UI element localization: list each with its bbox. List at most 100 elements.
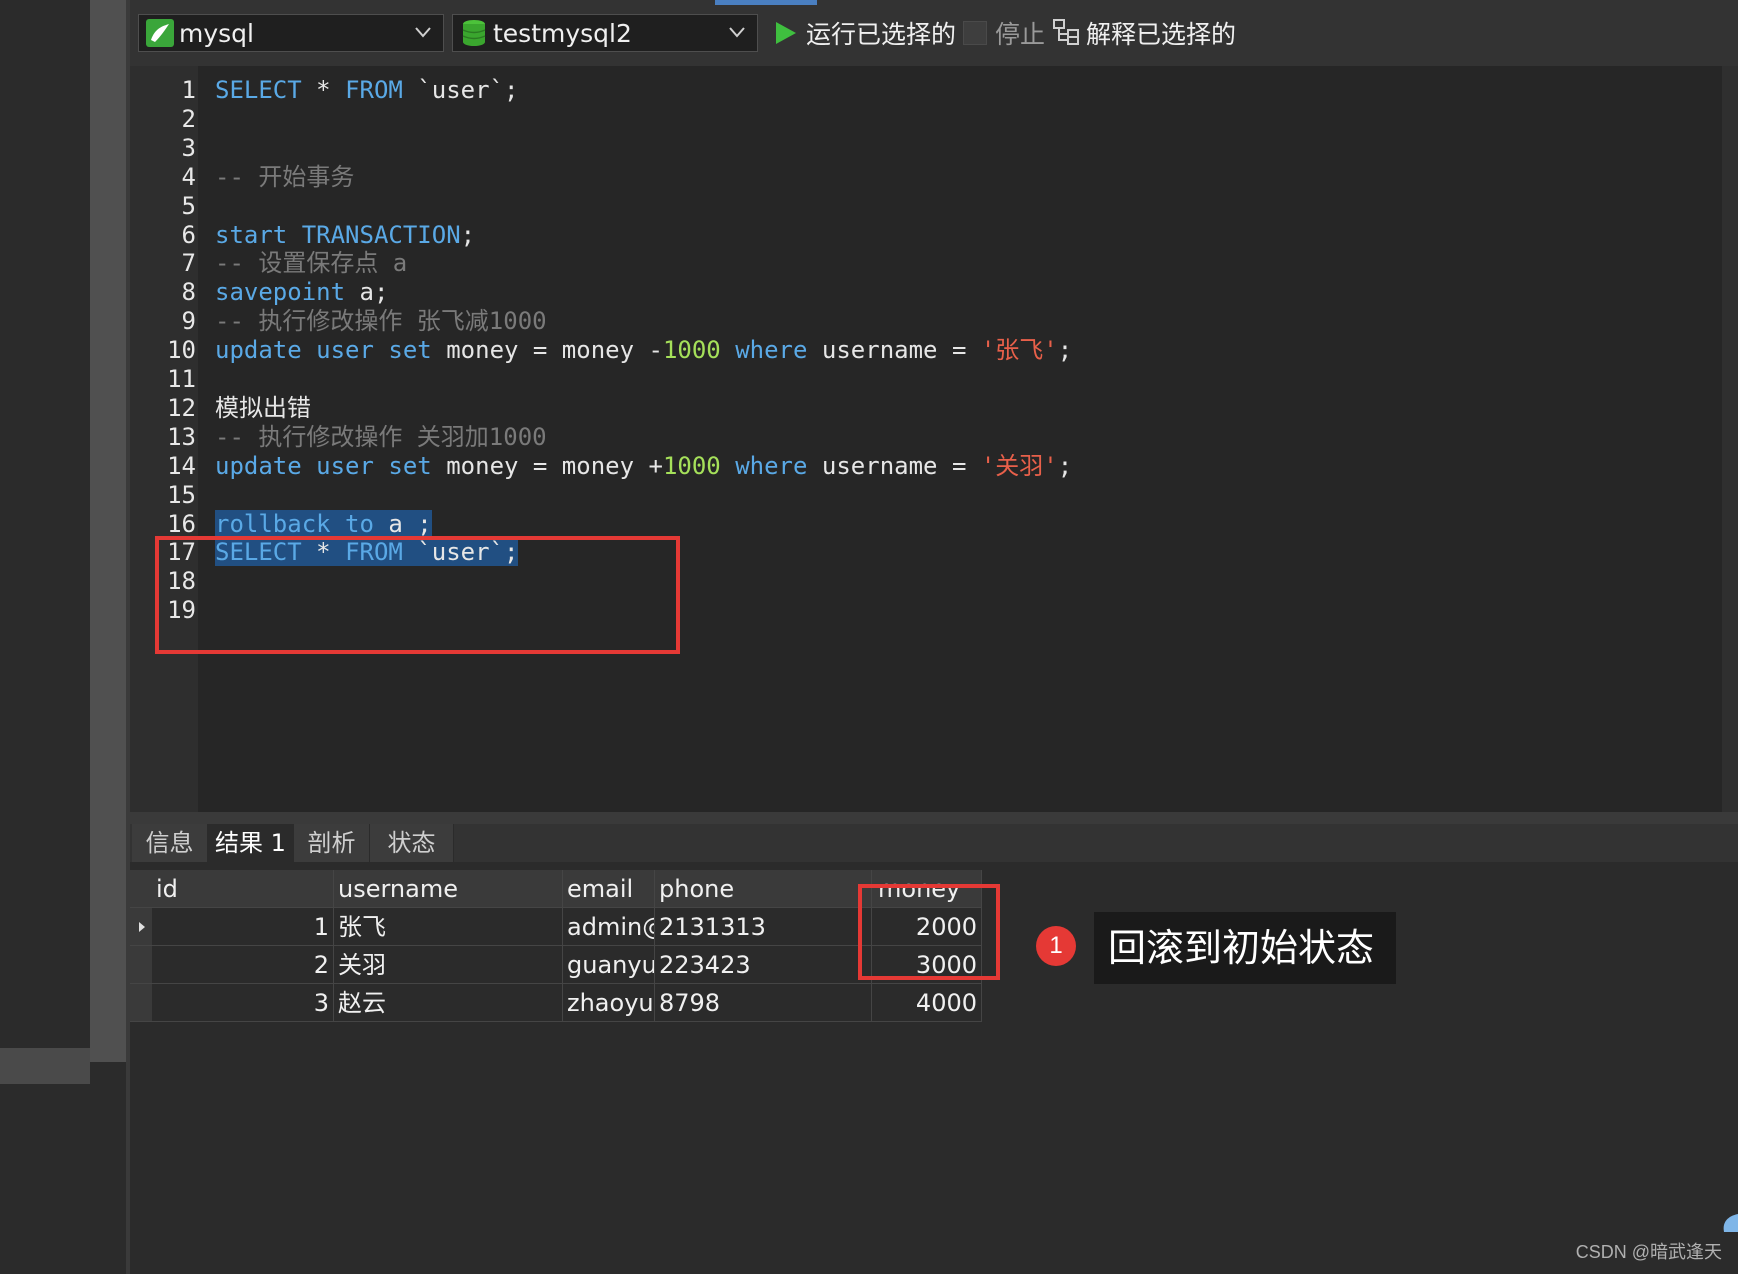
- chevron-down-icon: [415, 27, 431, 38]
- explain-selected-button[interactable]: 解释已选择的: [1052, 14, 1236, 52]
- cell-username[interactable]: 赵云: [334, 984, 563, 1022]
- code-text: update user set money = money -1000 wher…: [215, 336, 1072, 364]
- line-number: 6: [181, 220, 196, 249]
- code-token: update: [215, 451, 302, 480]
- table-row[interactable]: 1 张飞 admin@ 2131313 2000: [130, 908, 982, 946]
- cell-email[interactable]: zhaoyun: [563, 984, 655, 1022]
- cell-username[interactable]: 张飞: [334, 908, 563, 946]
- code-token: set: [388, 336, 432, 365]
- column-header-email[interactable]: email: [563, 870, 655, 908]
- left-splitter[interactable]: [90, 0, 126, 1062]
- code-token: set: [388, 451, 432, 480]
- cell-money[interactable]: 4000: [872, 984, 982, 1022]
- tab-profile[interactable]: 剖析: [294, 824, 370, 862]
- row-header[interactable]: [130, 984, 152, 1022]
- database-select[interactable]: testmysql2: [452, 14, 758, 52]
- cell-phone[interactable]: 223423: [655, 946, 872, 984]
- line-number: 4: [181, 162, 196, 191]
- connection-select[interactable]: mysql: [138, 14, 444, 52]
- code-text: update user set money = money +1000 wher…: [215, 452, 1072, 480]
- tab-result-1[interactable]: 结果 1: [208, 824, 294, 862]
- column-header-username[interactable]: username: [334, 870, 563, 908]
- explain-icon: [1053, 19, 1079, 45]
- code-text: -- 开始事务: [215, 163, 354, 191]
- line-number: 16: [167, 509, 196, 538]
- code-token: a ;: [373, 509, 432, 538]
- row-header-corner: [130, 870, 152, 908]
- editor-splitter[interactable]: [130, 812, 1738, 824]
- assistant-float-icon[interactable]: [1714, 1210, 1738, 1234]
- code-line[interactable]: -- 执行修改操作 关羽加1000: [215, 421, 547, 453]
- code-line[interactable]: -- 开始事务: [215, 161, 354, 193]
- cell-id[interactable]: 3: [152, 984, 334, 1022]
- result-tabs: 信息 结果 1 剖析 状态: [130, 824, 1738, 862]
- row-header[interactable]: [130, 946, 152, 984]
- sql-editor[interactable]: 1 2 3 4 5 6 7 8 9 10 11 12 13 14 15 16 17 18 19 SELECT * F…: [130, 66, 1738, 816]
- line-number: 11: [167, 365, 196, 393]
- column-header-id[interactable]: id: [152, 870, 334, 908]
- editor-vertical-scrollbar[interactable]: [1722, 66, 1738, 816]
- cell-username[interactable]: 关羽: [334, 946, 563, 984]
- code-line[interactable]: SELECT * FROM `user`;: [215, 74, 518, 106]
- line-number: 15: [167, 480, 196, 509]
- line-number: 14: [167, 451, 196, 480]
- line-number: 2: [181, 104, 196, 133]
- cell-email[interactable]: admin@: [563, 908, 655, 946]
- code-text: 模拟出错: [215, 394, 311, 422]
- table-row[interactable]: 2 关羽 guanyu 223423 3000: [130, 946, 982, 984]
- database-icon: [462, 20, 486, 46]
- left-panel-bar: [0, 1048, 90, 1084]
- database-select-value: testmysql2: [493, 18, 632, 48]
- code-token: start: [215, 220, 288, 249]
- code-token: savepoint: [215, 278, 346, 307]
- tab-status[interactable]: 状态: [370, 824, 454, 862]
- grid-header: id username email phone money: [130, 870, 982, 908]
- column-header-phone[interactable]: phone: [655, 870, 872, 908]
- code-token: `user`;: [402, 76, 519, 104]
- cell-email[interactable]: guanyu: [563, 946, 655, 984]
- code-line[interactable]: -- 设置保存点 a: [215, 247, 407, 279]
- code-token: TRANSACTION: [301, 220, 461, 249]
- annotation-callout: 回滚到初始状态: [1094, 912, 1397, 984]
- code-token: money = money +: [431, 451, 663, 480]
- code-line[interactable]: update user set money = money -1000 wher…: [215, 334, 1072, 366]
- cell-phone[interactable]: 2131313: [655, 908, 872, 946]
- code-token: -- 开始事务: [215, 162, 355, 191]
- table-row[interactable]: 3 赵云 zhaoyun 8798 4000: [130, 984, 982, 1022]
- code-token: ;: [1057, 451, 1073, 480]
- query-toolbar: mysql testmysql2 运行已选择的 停止 解释已选择的: [130, 0, 1738, 66]
- code-line[interactable]: 模拟出错: [215, 392, 311, 424]
- selected-code-text: rollback to a ;: [215, 509, 432, 538]
- code-token: user: [316, 336, 374, 365]
- code-token: 模拟出错: [215, 393, 311, 422]
- code-line[interactable]: update user set money = money +1000 wher…: [215, 450, 1072, 482]
- current-row-arrow-icon: [139, 922, 145, 932]
- row-header-current[interactable]: [130, 908, 152, 946]
- code-line[interactable]: -- 执行修改操作 张飞减1000: [215, 305, 547, 337]
- chevron-down-icon: [729, 27, 745, 38]
- play-icon: [776, 22, 796, 44]
- highlight-box-rollback: [155, 536, 680, 654]
- code-token: SELECT: [215, 76, 302, 104]
- line-number: 5: [181, 191, 196, 220]
- code-token: ;: [1057, 336, 1073, 365]
- code-token: 1000: [662, 336, 721, 365]
- code-token: user: [316, 451, 374, 480]
- code-text: -- 执行修改操作 关羽加1000: [215, 423, 547, 451]
- code-token: 1000: [662, 451, 721, 480]
- code-line[interactable]: savepoint a;: [215, 276, 388, 308]
- code-line[interactable]: rollback to a ;: [215, 508, 432, 540]
- code-token: update: [215, 336, 302, 365]
- cell-phone[interactable]: 8798: [655, 984, 872, 1022]
- annotation-number-badge: 1: [1036, 926, 1076, 966]
- code-token: '张飞': [980, 336, 1058, 365]
- run-selected-button[interactable]: 运行已选择的: [772, 14, 956, 52]
- cell-id[interactable]: 2: [152, 946, 334, 984]
- cell-id[interactable]: 1: [152, 908, 334, 946]
- code-line[interactable]: start TRANSACTION;: [215, 219, 475, 251]
- stop-button[interactable]: 停止: [963, 14, 1045, 52]
- tab-info[interactable]: 信息: [132, 824, 208, 862]
